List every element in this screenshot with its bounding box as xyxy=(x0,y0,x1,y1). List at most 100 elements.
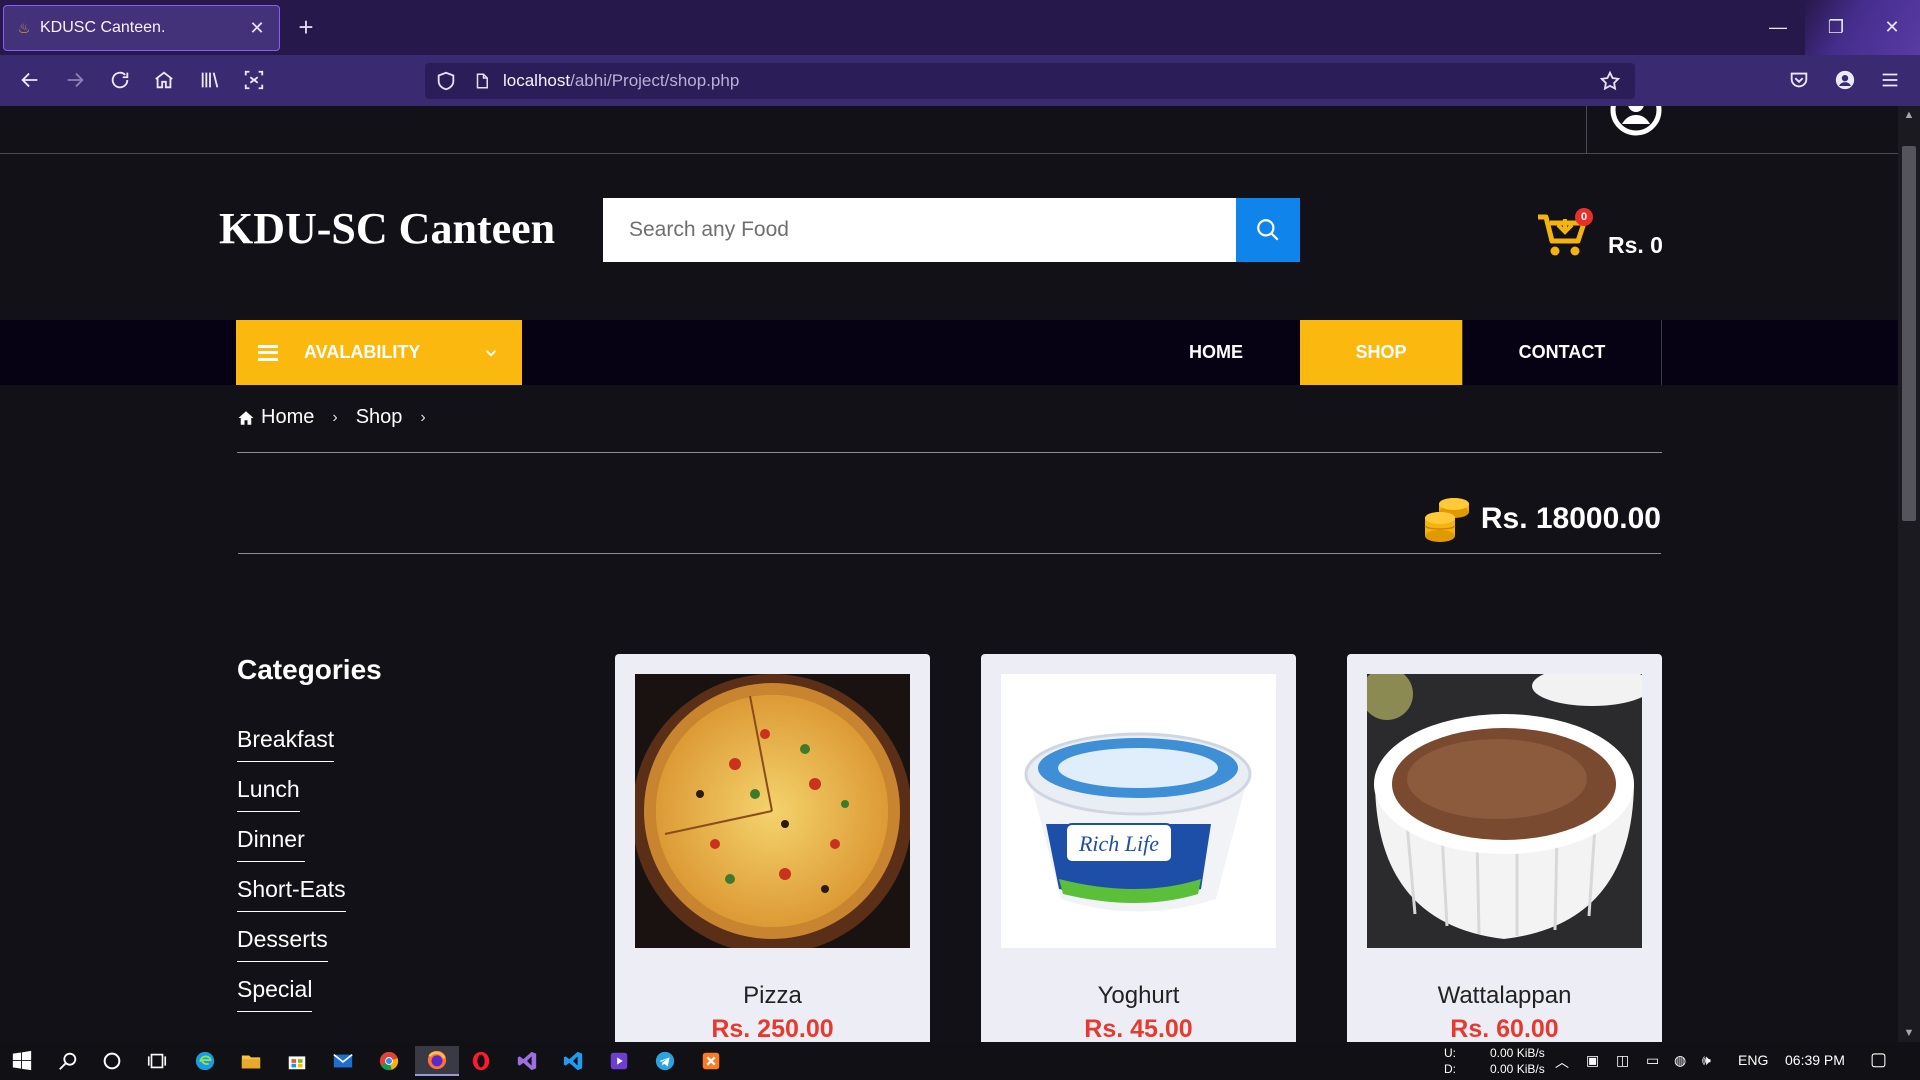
new-tab-icon[interactable]: + xyxy=(293,13,319,41)
clock[interactable]: 06:39 PM xyxy=(1785,1052,1845,1068)
category-short-eats[interactable]: Short-Eats xyxy=(237,876,346,912)
availability-dropdown[interactable]: AVALABILITY xyxy=(236,320,522,385)
browser-tab-bar: ♨ KDUSC Canteen. ✕ + — ❐ ✕ xyxy=(0,0,1920,55)
product-card[interactable]: Pizza Rs. 250.00 xyxy=(615,654,930,1042)
yoghurt-image[interactable]: Rich Life xyxy=(1001,674,1276,948)
vscode-icon[interactable] xyxy=(553,1046,593,1076)
product-name[interactable]: Pizza xyxy=(615,982,930,1010)
windows-start-icon[interactable] xyxy=(2,1046,42,1076)
browser-nav-bar: localhost/abhi/Project/shop.php xyxy=(0,55,1920,106)
telegram-icon[interactable] xyxy=(645,1046,685,1076)
chevron-right-icon: › xyxy=(332,408,338,426)
scroll-up-icon[interactable]: ▲ xyxy=(1898,106,1920,124)
reload-icon[interactable] xyxy=(105,65,135,95)
media-player-icon[interactable] xyxy=(599,1046,639,1076)
visual-studio-icon[interactable] xyxy=(507,1046,547,1076)
site-favicon-icon: ♨ xyxy=(17,19,31,36)
chrome-icon[interactable] xyxy=(369,1046,409,1076)
menu-icon[interactable] xyxy=(1875,65,1905,95)
network-globe-icon[interactable]: ◍ xyxy=(1674,1052,1686,1069)
address-bar[interactable]: localhost/abhi/Project/shop.php xyxy=(425,63,1635,99)
top-strip-divider xyxy=(1586,106,1587,154)
breadcrumb-home[interactable]: Home xyxy=(261,406,314,429)
notifications-icon[interactable]: ▢ xyxy=(1870,1049,1887,1070)
close-window-icon[interactable]: ✕ xyxy=(1874,12,1910,42)
nav-link-shop[interactable]: SHOP xyxy=(1300,320,1462,385)
battery-icon[interactable]: ▭ xyxy=(1646,1052,1659,1069)
device-icon[interactable]: ◫ xyxy=(1616,1052,1629,1069)
main-navigation: AVALABILITY HOME SHOP CONTACT xyxy=(0,320,1898,385)
account-icon[interactable] xyxy=(1830,65,1860,95)
page-info-icon[interactable] xyxy=(473,71,491,91)
search-button[interactable] xyxy=(1236,198,1300,262)
breadcrumb-shop[interactable]: Shop xyxy=(356,406,403,429)
language-indicator[interactable]: ENG xyxy=(1738,1052,1768,1068)
search-icon[interactable] xyxy=(48,1046,88,1076)
home-icon[interactable] xyxy=(149,65,179,95)
pizza-image[interactable] xyxy=(635,674,910,948)
bookmark-star-icon[interactable] xyxy=(1599,70,1621,92)
page-content: KDU-SC Canteen 0 Rs. 0 AVALABILITY HOME … xyxy=(0,106,1898,1042)
browser-tab[interactable]: ♨ KDUSC Canteen. ✕ xyxy=(3,5,280,51)
breadcrumb: Home › Shop › xyxy=(237,406,444,429)
back-icon[interactable] xyxy=(15,65,45,95)
search-icon xyxy=(1257,219,1279,241)
net-up-label: U: xyxy=(1444,1046,1456,1060)
meet-now-icon[interactable]: ▣ xyxy=(1586,1052,1599,1069)
product-name[interactable]: Wattalappan xyxy=(1347,982,1662,1010)
site-brand[interactable]: KDU-SC Canteen xyxy=(219,203,555,254)
opera-icon[interactable] xyxy=(461,1046,501,1076)
cart-total: Rs. 0 xyxy=(1608,232,1663,258)
nav-link-home[interactable]: HOME xyxy=(1160,320,1272,385)
pocket-icon[interactable] xyxy=(1784,65,1814,95)
user-icon[interactable] xyxy=(1610,106,1662,136)
category-lunch[interactable]: Lunch xyxy=(237,776,300,812)
category-dinner[interactable]: Dinner xyxy=(237,826,305,862)
category-special[interactable]: Special xyxy=(237,976,313,1012)
url-host: localhost xyxy=(503,71,571,90)
task-view-icon[interactable] xyxy=(137,1046,177,1076)
forward-icon[interactable] xyxy=(60,65,90,95)
library-icon[interactable] xyxy=(195,65,225,95)
volume-icon[interactable]: 🕪 xyxy=(1702,1052,1711,1069)
scroll-down-icon[interactable]: ▼ xyxy=(1898,1024,1920,1042)
minimize-icon[interactable]: — xyxy=(1760,12,1796,42)
restore-icon[interactable]: ❐ xyxy=(1818,12,1854,42)
tracking-shield-icon[interactable] xyxy=(435,70,457,92)
product-price: Rs. 45.00 xyxy=(1084,1015,1193,1042)
edge-icon[interactable] xyxy=(185,1046,225,1076)
close-tab-icon[interactable]: ✕ xyxy=(247,18,267,39)
category-desserts[interactable]: Desserts xyxy=(237,926,328,962)
yoghurt-brand-label: Rich Life xyxy=(1078,831,1159,856)
scrollbar-thumb[interactable] xyxy=(1902,146,1916,521)
firefox-icon[interactable] xyxy=(415,1046,459,1076)
nav-separator xyxy=(1661,320,1662,385)
divider-line xyxy=(237,452,1662,453)
tab-title: KDUSC Canteen. xyxy=(40,19,166,36)
net-down-speed: 0.00 KiB/s xyxy=(1490,1062,1545,1076)
divider-line xyxy=(238,553,1661,554)
mail-icon[interactable] xyxy=(323,1046,363,1076)
cart-count-badge: 0 xyxy=(1575,208,1593,226)
nav-link-contact[interactable]: CONTACT xyxy=(1463,320,1661,385)
file-explorer-icon[interactable] xyxy=(231,1046,271,1076)
windows-taskbar: U: 0.00 KiB/s D: 0.00 KiB/s ︿ ▣ ◫ ▭ ◍ 🕪 EN… xyxy=(0,1042,1920,1080)
wattalappan-image[interactable] xyxy=(1367,674,1642,948)
tray-chevron-up-icon[interactable]: ︿ xyxy=(1555,1052,1569,1072)
product-card[interactable]: Wattalappan Rs. 60.00 xyxy=(1347,654,1662,1042)
page-scrollbar[interactable]: ▲ ▼ xyxy=(1898,106,1920,1042)
category-breakfast[interactable]: Breakfast xyxy=(237,726,335,762)
xampp-icon[interactable] xyxy=(691,1046,731,1076)
product-card[interactable]: Rich Life Yoghurt Rs. 45.00 xyxy=(981,654,1296,1042)
product-name[interactable]: Yoghurt xyxy=(981,982,1296,1010)
screenshot-icon[interactable] xyxy=(239,65,269,95)
url-text[interactable]: localhost/abhi/Project/shop.php xyxy=(503,71,739,91)
wallet-balance: Rs. 18000.00 xyxy=(1423,496,1661,542)
cortana-icon[interactable] xyxy=(92,1046,132,1076)
chevron-down-icon xyxy=(485,349,497,357)
url-path: /abhi/Project/shop.php xyxy=(570,71,740,90)
product-price: Rs. 60.00 xyxy=(1450,1015,1559,1042)
store-icon[interactable] xyxy=(277,1046,317,1076)
net-down-label: D: xyxy=(1444,1062,1456,1076)
search-input[interactable] xyxy=(603,198,1236,262)
